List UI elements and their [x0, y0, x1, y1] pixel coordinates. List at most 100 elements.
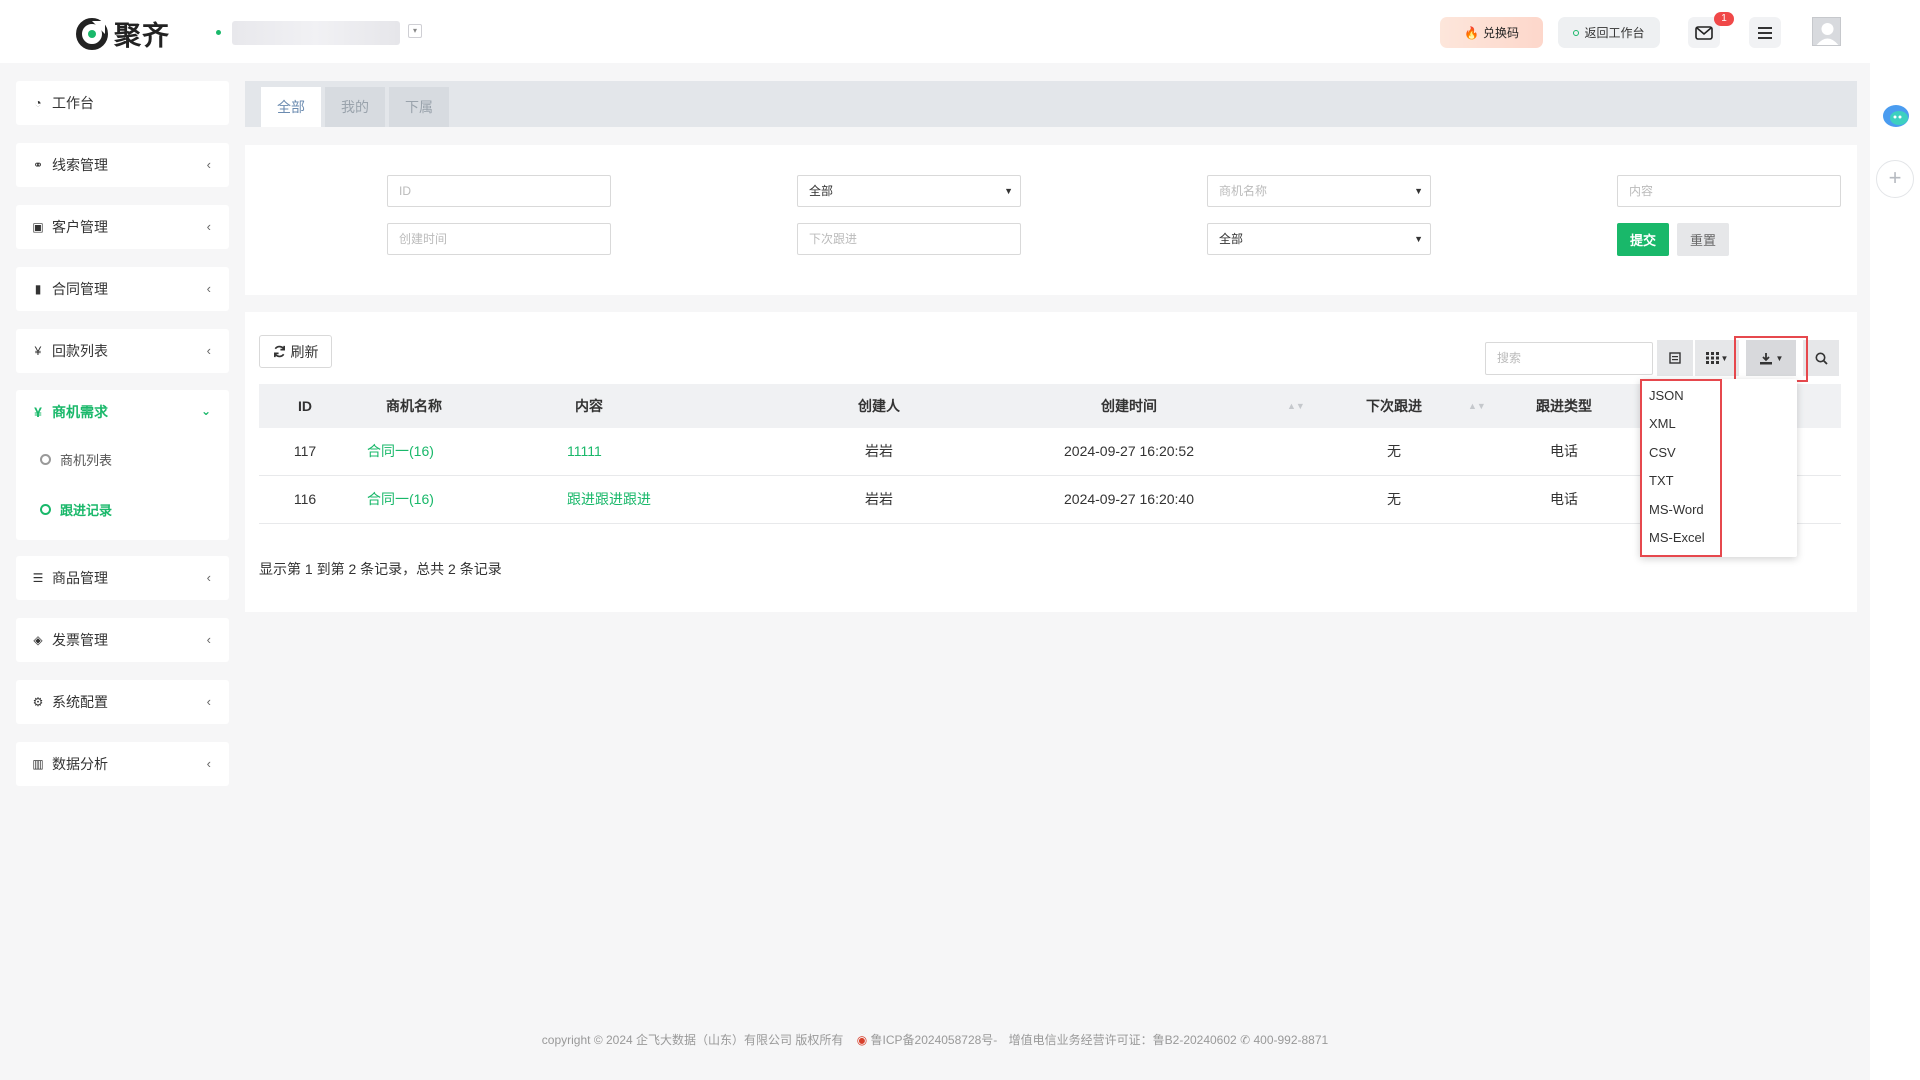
cell-next-followup: 无: [1387, 491, 1401, 507]
chevron-left-icon: ‹: [206, 343, 211, 358]
sidebar-item-settings[interactable]: ⚙ 系统配置 ‹: [16, 680, 229, 724]
column-header[interactable]: 创建时间: [1079, 384, 1179, 428]
caret-down-icon: ▼: [1414, 186, 1423, 196]
sidebar-item-label: 数据分析: [52, 756, 108, 772]
cell-content-link[interactable]: 11111: [559, 428, 759, 475]
column-header[interactable]: 创建人: [839, 384, 919, 428]
sidebar-item-label: 线索管理: [52, 157, 108, 173]
cell-id: 117: [293, 443, 317, 459]
submit-button[interactable]: 提交: [1617, 223, 1669, 256]
column-header[interactable]: 商机名称: [359, 384, 469, 428]
copyright-text: copyright © 2024 企飞大数据（山东）有限公司 版权所有: [541, 1033, 844, 1047]
tab-subordinates[interactable]: 下属: [389, 87, 449, 127]
yen-icon: ¥: [34, 404, 42, 420]
cell-next-followup: 无: [1387, 443, 1401, 459]
sidebar-item-products[interactable]: ☰ 商品管理 ‹: [16, 556, 229, 600]
content-field[interactable]: 内容: [1617, 175, 1841, 207]
add-button[interactable]: +: [1876, 160, 1914, 198]
cell-opportunity-link[interactable]: 合同一(16): [359, 476, 479, 523]
chevron-down-icon[interactable]: ▾: [408, 24, 422, 38]
cell-followup-type: 电话: [1550, 443, 1578, 459]
chevron-down-icon: ⌄: [200, 404, 211, 418]
circle-icon: [40, 503, 51, 515]
icp-link[interactable]: 鲁ICP备2024058728号-: [871, 1033, 998, 1047]
search-button[interactable]: [1803, 340, 1839, 376]
sidebar-item-opportunities[interactable]: ¥ 商机需求 ⌄: [16, 390, 229, 434]
filter-form: ID ID 记录场景 全部 ▼ 商机名称 商机名称 ▼ 内容 内容 创建时间 创…: [245, 145, 1857, 295]
right-utility-rail: +: [1870, 63, 1920, 1080]
cell-created-time: 2024-09-27 16:20:40: [1064, 491, 1194, 507]
menu-button[interactable]: [1749, 17, 1781, 48]
sidebar-item-label: 回款列表: [52, 343, 108, 359]
menu-icon: [1758, 26, 1772, 39]
table-header: ID 商机名称 内容 创建人 创建时间 ▲▼ 下次跟进 ▲▼ 跟进类型: [259, 384, 1841, 428]
circle-icon: [40, 453, 51, 465]
cell-created-time: 2024-09-27 16:20:52: [1064, 443, 1194, 459]
redeem-code-button[interactable]: 🔥 兑换码: [1440, 17, 1543, 48]
sidebar-item-invoices[interactable]: ◈ 发票管理 ‹: [16, 618, 229, 662]
table-row[interactable]: 116 合同一(16) 跟进跟进跟进 岩岩 2024-09-27 16:20:4…: [259, 476, 1841, 524]
reset-button[interactable]: 重置: [1677, 223, 1729, 256]
refresh-icon: [273, 345, 285, 358]
cell-content-link[interactable]: 跟进跟进跟进: [559, 476, 759, 523]
cell-opportunity-link[interactable]: 合同一(16): [359, 428, 479, 475]
phone-icon: ✆: [1240, 1033, 1251, 1047]
gears-icon: ⚙: [32, 695, 44, 709]
return-workbench-button[interactable]: 返回工作台: [1558, 17, 1660, 48]
avatar[interactable]: [1812, 17, 1841, 46]
caret-down-icon: ▼: [1414, 234, 1423, 244]
fire-icon: 🔥: [1464, 25, 1479, 40]
cell-creator: 岩岩: [865, 491, 893, 507]
cell-id: 116: [293, 491, 317, 507]
refresh-label: 刷新: [290, 343, 319, 360]
status-dot-icon: [1573, 29, 1580, 36]
sidebar-item-label: 商品管理: [52, 570, 108, 586]
toggle-view-icon: [1669, 352, 1681, 364]
chat-bot-icon[interactable]: [1882, 103, 1910, 129]
column-header[interactable]: ID: [275, 384, 335, 428]
column-header[interactable]: 跟进类型: [1519, 384, 1609, 428]
table-search-input[interactable]: 搜索: [1485, 342, 1653, 375]
chevron-left-icon: ‹: [206, 281, 211, 296]
link-icon: ⚭: [32, 158, 44, 172]
sort-icon[interactable]: ▲▼: [1468, 384, 1486, 428]
sidebar-subitem-opportunity-list[interactable]: 商机列表: [16, 434, 229, 484]
followup-type-select[interactable]: 全部 ▼: [1207, 223, 1431, 255]
records-table-card: 刷新 搜索 ▼ ▼ ID 商机名称 内容 创建人 创建时间 ▲▼ 下次跟进 ▲▼…: [245, 312, 1857, 612]
sidebar-item-leads[interactable]: ⚭ 线索管理 ‹: [16, 143, 229, 187]
sidebar-item-label: 工作台: [52, 95, 94, 111]
table-row[interactable]: 117 合同一(16) 11111 岩岩 2024-09-27 16:20:52…: [259, 428, 1841, 476]
cell-followup-type: 电话: [1550, 491, 1578, 507]
columns-button[interactable]: ▼: [1695, 340, 1739, 376]
scene-select[interactable]: 全部 ▼: [797, 175, 1021, 207]
sidebar-subitem-followup-records[interactable]: 跟进记录: [16, 484, 229, 534]
scene-select-value: 全部: [809, 184, 834, 198]
toggle-view-button[interactable]: [1657, 340, 1693, 376]
mail-badge: 1: [1714, 12, 1734, 26]
org-switcher[interactable]: [232, 21, 400, 45]
next-followup-field[interactable]: 下次跟进: [797, 223, 1021, 255]
pagination-summary: 显示第 1 到第 2 条记录，总共 2 条记录: [259, 561, 502, 577]
created-time-field[interactable]: 创建时间: [387, 223, 611, 255]
license-text: 增值电信业务经营许可证：鲁B2-20240602: [1008, 1033, 1237, 1047]
id-card-icon: ▣: [32, 220, 44, 234]
sidebar-item-analytics[interactable]: ▥ 数据分析 ‹: [16, 742, 229, 786]
column-header[interactable]: 下次跟进: [1349, 384, 1439, 428]
sidebar-item-contracts[interactable]: ▮ 合同管理 ‹: [16, 267, 229, 311]
sort-icon[interactable]: ▲▼: [1287, 384, 1305, 428]
tab-mine[interactable]: 我的: [325, 87, 385, 127]
bar-chart-icon: ▥: [32, 757, 44, 771]
dashboard-icon: ◔: [34, 96, 42, 110]
tab-all[interactable]: 全部: [261, 87, 321, 127]
sidebar-item-payments[interactable]: ¥ 回款列表 ‹: [16, 329, 229, 373]
caret-down-icon: ▼: [1004, 186, 1013, 196]
sidebar-item-workbench[interactable]: ◔ 工作台: [16, 81, 229, 125]
org-status-dot: [216, 30, 221, 35]
sidebar-item-customers[interactable]: ▣ 客户管理 ‹: [16, 205, 229, 249]
brand-logo[interactable]: 聚齐: [76, 14, 170, 53]
opportunity-select[interactable]: 商机名称 ▼: [1207, 175, 1431, 207]
column-header[interactable]: 内容: [559, 384, 619, 428]
scope-tabs: 全部 我的 下属: [245, 81, 1857, 127]
id-field[interactable]: ID: [387, 175, 611, 207]
refresh-button[interactable]: 刷新: [259, 335, 332, 368]
